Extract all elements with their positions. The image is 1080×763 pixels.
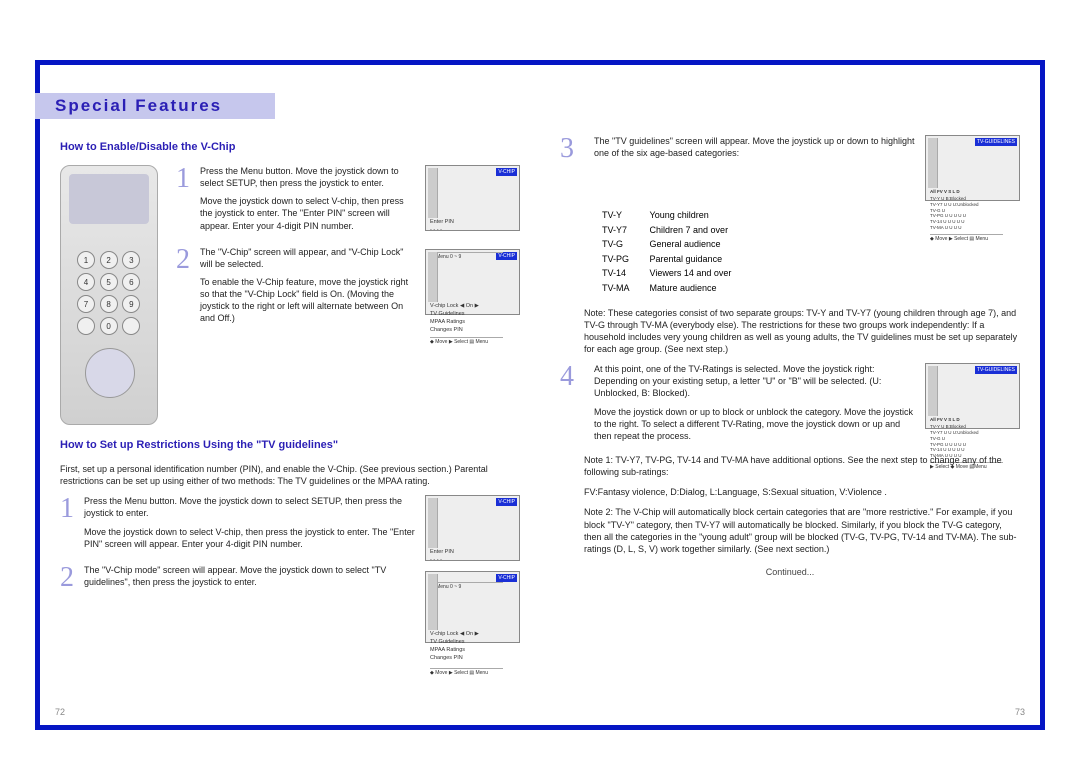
osd-column-1: V-CHIP Enter PIN - - - - ▤ Menu 0 ~ 9 V-… [425,165,520,425]
content-area: How to Enable/Disable the V-Chip 123 456… [40,135,1040,725]
left-page: How to Enable/Disable the V-Chip 123 456… [40,135,540,725]
subhead-tvguidelines: How to Set up Restrictions Using the "TV… [60,439,520,451]
step1b-text: Move the joystick down to select V-chip,… [200,195,415,231]
step1a-text: Press the Menu button. Move the joystick… [200,165,415,189]
header-title: Special Features [55,96,222,116]
vchip-steps: 1 Press the Menu button. Move the joysti… [176,165,415,425]
ratings-table: TV-YYoung children TV-Y7Children 7 and o… [600,207,733,297]
page-container: Special Features How to Enable/Disable t… [0,0,1080,763]
intro-para: First, set up a personal identification … [60,463,520,487]
step3-row: 3 The "TV guidelines" screen will appear… [560,135,1020,201]
step-number-3: 3 [560,135,584,201]
page-number-right: 73 [1015,707,1025,717]
step2a-text: The "V-Chip" screen will appear, and "V-… [200,246,415,270]
step-number-2: 2 [176,246,200,331]
osd-enter-pin: V-CHIP Enter PIN - - - - ▤ Menu 0 ~ 9 [425,165,520,231]
bstep-number-1: 1 [60,495,84,556]
note2: Note 2: The V-Chip will automatically bl… [584,506,1020,555]
step3-text: The "TV guidelines" screen will appear. … [594,135,915,159]
remote-illustration: 123 456 789 0 [60,165,158,425]
vchip-block: 123 456 789 0 1 Press the Menu button. M… [60,165,520,425]
tvg-block: 1 Press the Menu button. Move the joysti… [60,495,520,643]
step2b-text: To enable the V-Chip feature, move the j… [200,276,415,325]
step-number-4: 4 [560,363,584,448]
step-number-1: 1 [176,165,200,238]
osd-tvguidelines-2: TV-GUIDELINES All FV V S L D TV-Y U B:Bl… [925,363,1020,429]
osd-tvguidelines-1: TV-GUIDELINES All FV V S L D TV-Y U B:Bl… [925,135,1020,201]
step4-row: 4 At this point, one of the TV-Ratings i… [560,363,1020,448]
bstep1a-text: Press the Menu button. Move the joystick… [84,495,415,519]
bstep1b-text: Move the joystick down to select V-chip,… [84,526,415,550]
step4a-text: At this point, one of the TV-Ratings is … [594,363,915,399]
bstep2-text: The "V-Chip mode" screen will appear. Mo… [84,564,415,588]
subratings-line: FV:Fantasy violence, D:Dialog, L:Languag… [584,486,1020,498]
osd-enter-pin-2: V-CHIP Enter PIN - - - - ▤ Menu 0 ~ 9 [425,495,520,561]
step4b-text: Move the joystick down or up to block or… [594,406,915,442]
note-groups: Note: These categories consist of two se… [584,307,1020,356]
page-frame: Special Features How to Enable/Disable t… [35,60,1045,730]
continued-text: Continued... [560,567,1020,577]
page-number-left: 72 [55,707,65,717]
subhead-vchip: How to Enable/Disable the V-Chip [60,141,520,153]
right-page: 3 The "TV guidelines" screen will appear… [540,135,1040,725]
bstep-number-2: 2 [60,564,84,594]
header-bar: Special Features [35,93,275,119]
osd-column-2: V-CHIP Enter PIN - - - - ▤ Menu 0 ~ 9 V-… [425,495,520,643]
